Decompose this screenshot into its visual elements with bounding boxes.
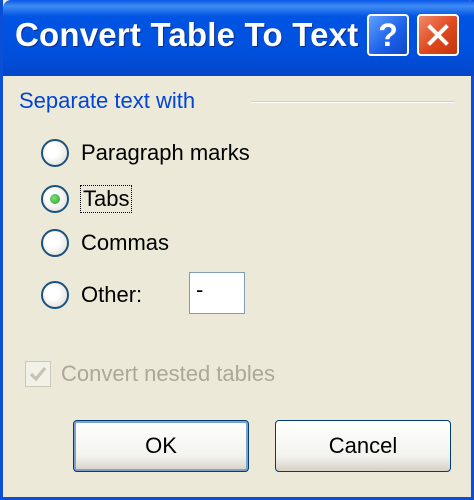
other-separator-input[interactable]: - (189, 272, 245, 314)
dialog-title: Convert Table To Text (15, 16, 359, 53)
other-label[interactable]: Other: (81, 282, 142, 308)
title-bar[interactable]: Convert Table To Text ? (3, 0, 474, 76)
tabs-label[interactable]: Tabs (79, 185, 133, 213)
convert-nested-tables-checkbox (25, 361, 51, 387)
group-divider (251, 101, 455, 103)
option-paragraph-marks[interactable]: Paragraph marks (41, 136, 250, 170)
cancel-button[interactable]: Cancel (275, 420, 451, 472)
close-icon (427, 24, 449, 46)
paragraph-marks-radio[interactable] (41, 139, 69, 167)
convert-nested-tables-option: Convert nested tables (25, 358, 275, 390)
other-radio[interactable] (41, 281, 69, 309)
help-button[interactable]: ? (367, 14, 409, 56)
option-other[interactable]: Other: (41, 278, 142, 312)
checkmark-icon (29, 366, 47, 382)
commas-radio[interactable] (41, 229, 69, 257)
commas-label[interactable]: Commas (81, 230, 169, 256)
dialog-body: Separate text with Paragraph marks Tabs … (3, 76, 471, 497)
paragraph-marks-label[interactable]: Paragraph marks (81, 140, 250, 166)
group-label: Separate text with (19, 88, 196, 113)
help-icon: ? (378, 17, 398, 53)
dialog-window: Convert Table To Text ? Separate text wi… (0, 0, 474, 500)
convert-nested-tables-label: Convert nested tables (61, 361, 276, 386)
option-commas[interactable]: Commas (41, 226, 169, 260)
close-button[interactable] (417, 14, 459, 56)
tabs-radio[interactable] (41, 185, 69, 213)
ok-button[interactable]: OK (73, 420, 249, 472)
option-tabs[interactable]: Tabs (41, 182, 133, 216)
